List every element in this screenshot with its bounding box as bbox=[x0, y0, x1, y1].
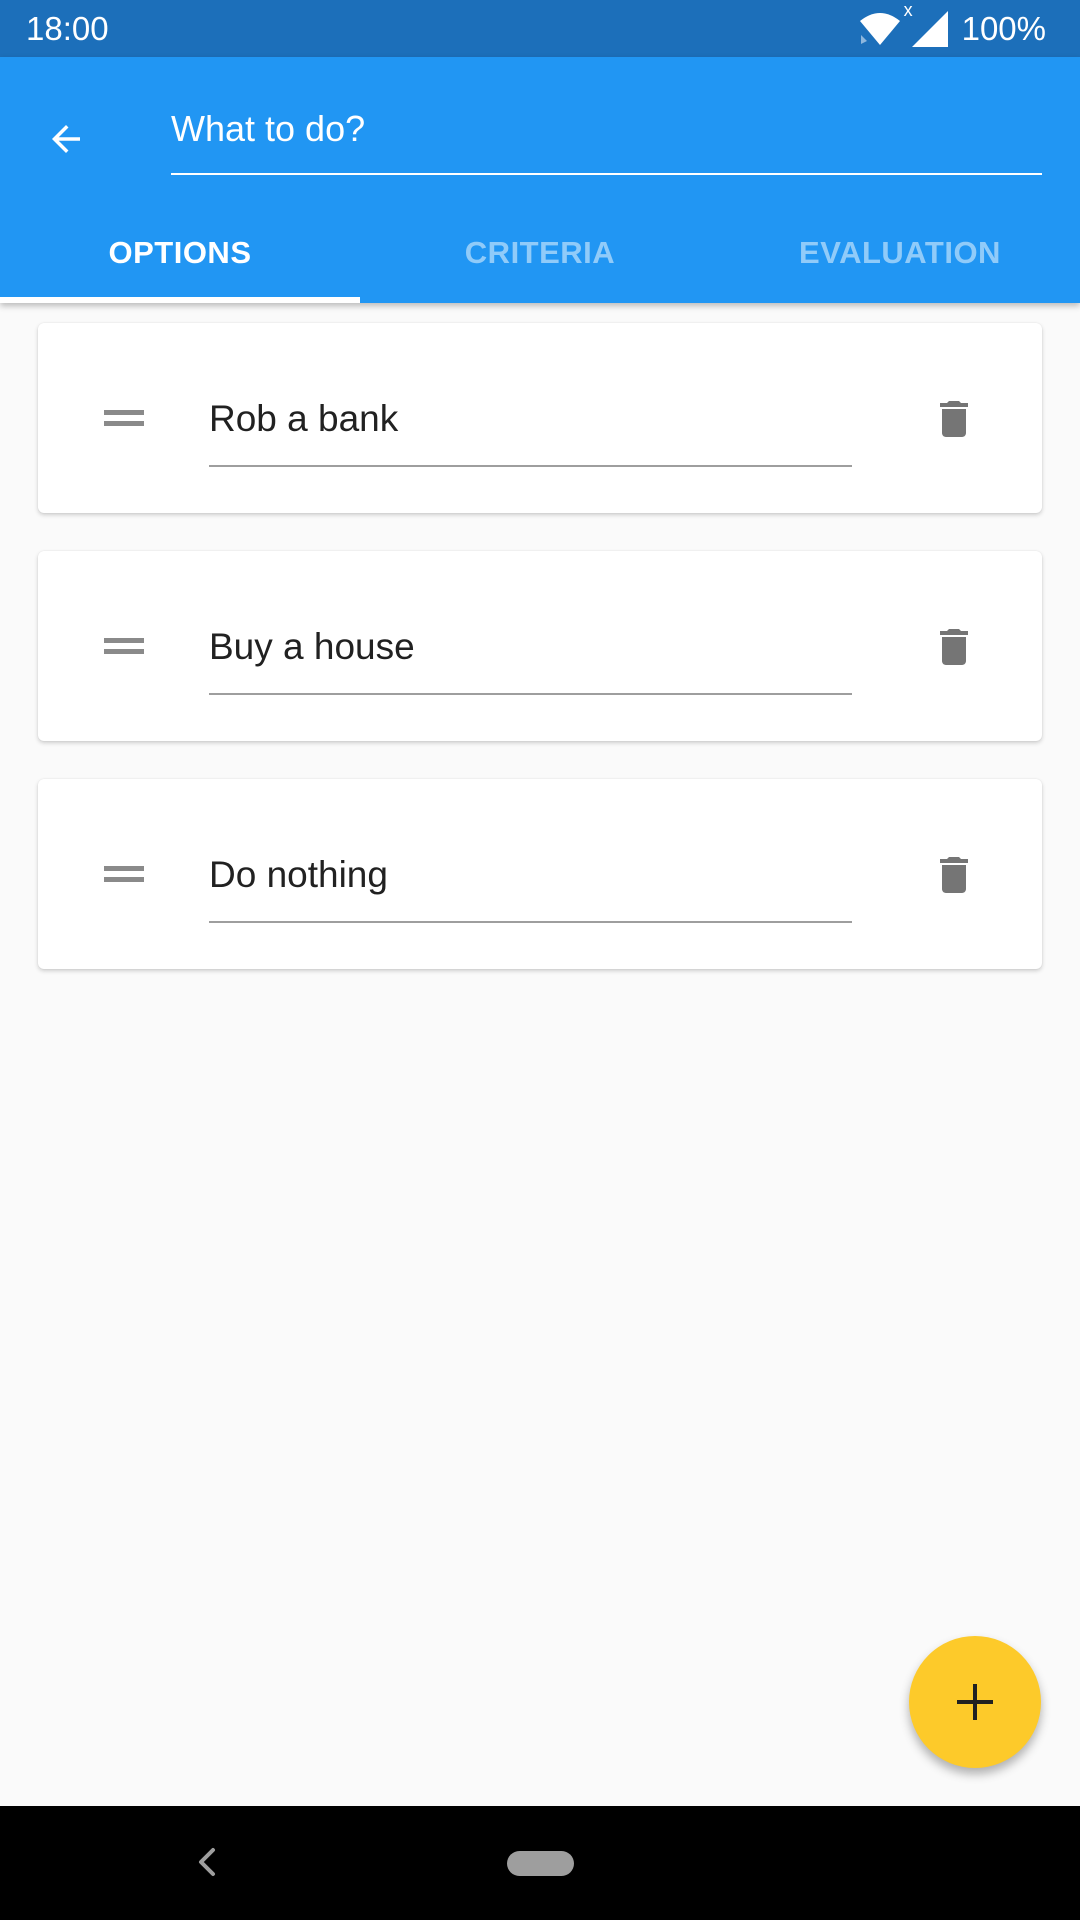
drag-handle-icon[interactable] bbox=[102, 628, 146, 664]
back-button[interactable] bbox=[24, 97, 108, 181]
wifi-icon bbox=[859, 13, 900, 45]
status-time: 18:00 bbox=[26, 10, 109, 47]
battery-level: 100% bbox=[961, 10, 1046, 47]
option-input[interactable]: Do nothing bbox=[209, 827, 852, 923]
option-card: Rob a bank bbox=[38, 323, 1042, 513]
trash-icon bbox=[940, 857, 968, 893]
option-card: Buy a house bbox=[38, 551, 1042, 741]
option-text: Rob a bank bbox=[209, 398, 399, 439]
tab-evaluation[interactable]: EVALUATION bbox=[720, 203, 1080, 303]
trash-icon bbox=[940, 401, 968, 437]
plus-icon bbox=[957, 1684, 993, 1720]
tab-bar: OPTIONS CRITERIA EVALUATION bbox=[0, 203, 1080, 303]
no-data-mark: x bbox=[903, 0, 913, 20]
active-tab-indicator bbox=[0, 297, 360, 303]
app-bar: What to do? OPTIONS CRITERIA EVALUATION bbox=[0, 57, 1080, 303]
status-icons: x 100% bbox=[858, 1, 1046, 49]
drag-handle-icon[interactable] bbox=[102, 400, 146, 436]
option-text: Buy a house bbox=[209, 626, 415, 667]
trash-icon bbox=[940, 629, 968, 665]
nav-back-icon[interactable] bbox=[186, 1840, 230, 1884]
delete-option-button[interactable] bbox=[914, 607, 994, 687]
decision-title-text: What to do? bbox=[171, 108, 366, 149]
delete-option-button[interactable] bbox=[914, 379, 994, 459]
signal-icon: x bbox=[904, 1, 948, 47]
status-bar: 18:00 x 100% bbox=[0, 0, 1080, 57]
tab-criteria[interactable]: CRITERIA bbox=[360, 203, 720, 303]
nav-home-pill[interactable] bbox=[507, 1851, 574, 1876]
delete-option-button[interactable] bbox=[914, 835, 994, 915]
option-input[interactable]: Buy a house bbox=[209, 599, 852, 695]
option-text: Do nothing bbox=[209, 854, 388, 895]
system-nav-bar bbox=[0, 1806, 1080, 1920]
tab-options[interactable]: OPTIONS bbox=[0, 203, 360, 303]
option-card: Do nothing bbox=[38, 779, 1042, 969]
decision-title-input[interactable]: What to do? bbox=[171, 97, 1042, 175]
add-option-button[interactable] bbox=[909, 1636, 1041, 1768]
option-input[interactable]: Rob a bank bbox=[209, 371, 852, 467]
arrow-back-icon bbox=[52, 125, 80, 153]
drag-handle-icon[interactable] bbox=[102, 856, 146, 892]
